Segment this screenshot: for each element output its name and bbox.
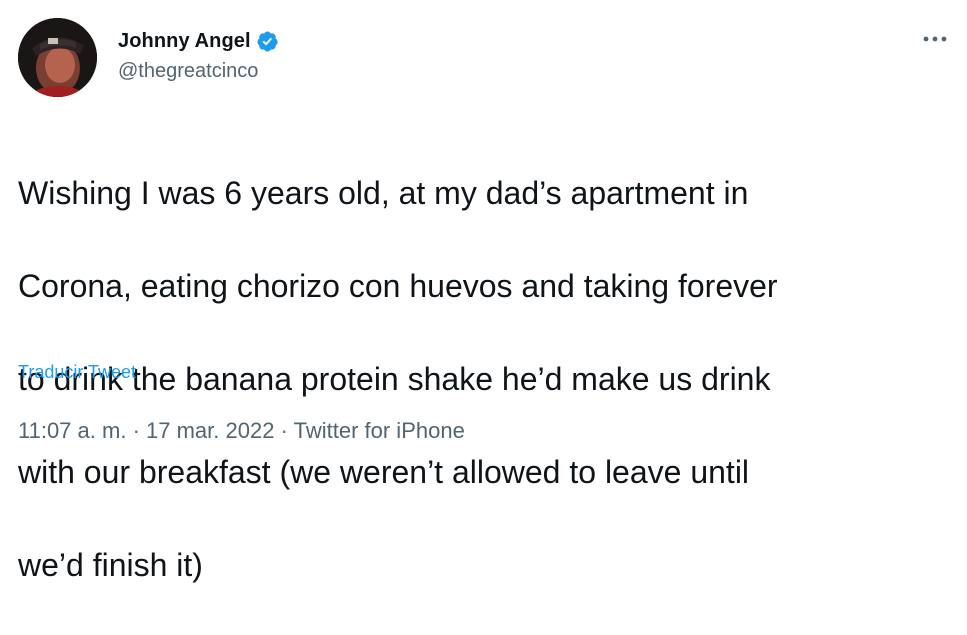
translate-tweet-link[interactable]: Traducir Tweet [18,362,136,383]
tweet-time[interactable]: 11:07 a. m. [18,418,126,443]
tweet-text: Wishing I was 6 years old, at my dad’s a… [18,123,948,635]
tweet-source[interactable]: Twitter for iPhone [294,418,465,443]
meta-separator: · [132,418,140,443]
more-options-button[interactable] [918,26,952,52]
verified-badge-icon [256,30,279,53]
tweet-meta: 11:07 a. m. · 17 mar. 2022 · Twitter for… [18,418,465,444]
tweet-date[interactable]: 17 mar. 2022 [146,418,274,443]
profile-photo-icon [18,18,97,97]
tweet-text-line: to drink the banana protein shake he’d m… [18,360,771,397]
tweet-text-line: Corona, eating chorizo con huevos and ta… [18,267,778,304]
tweet-card: Johnny Angel @thegreatcinco Wishing I wa… [0,0,967,583]
author-name-row[interactable]: Johnny Angel [118,27,279,55]
tweet-text-line: Wishing I was 6 years old, at my dad’s a… [18,174,749,211]
tweet-text-line: with our breakfast (we weren’t allowed t… [18,453,750,490]
author-handle[interactable]: @thegreatcinco [118,60,258,83]
avatar[interactable] [18,18,97,97]
more-dots-icon [923,36,947,42]
display-name[interactable]: Johnny Angel [118,30,251,53]
meta-separator: · [280,418,288,443]
tweet-text-line: we’d finish it) [18,546,203,583]
